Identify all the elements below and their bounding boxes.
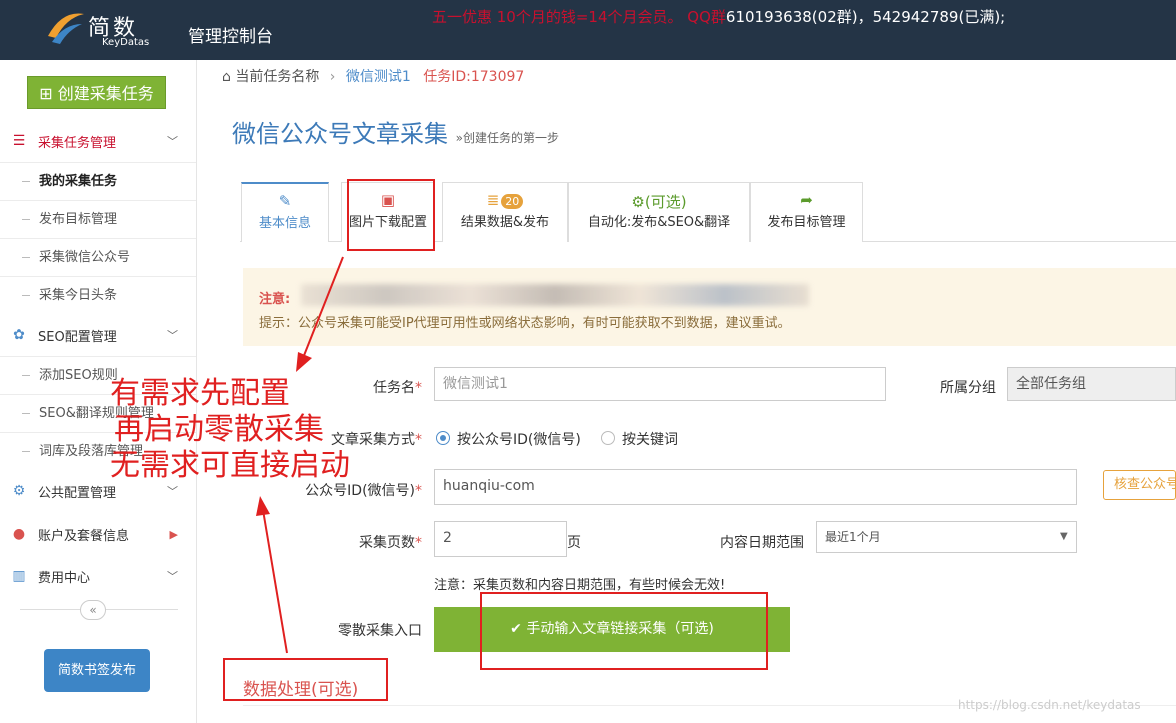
- handwritten-annotation: 有需求先配置 再启动零散采集 无需求可直接启动: [110, 376, 350, 484]
- arrow-to-image-tab: [302, 256, 344, 359]
- arrow-head-up: [296, 352, 312, 372]
- annotation-arrows: [256, 256, 344, 654]
- arrow-to-manual-button: [262, 509, 288, 654]
- annotation-line-2: 再启动零散采集: [114, 412, 324, 447]
- arrow-head-up-2: [256, 496, 270, 516]
- annotation-line-3: 无需求可直接启动: [110, 448, 350, 483]
- annotation-line-1: 有需求先配置: [110, 376, 290, 411]
- watermark: https://blog.csdn.net/keydatas: [958, 698, 1141, 712]
